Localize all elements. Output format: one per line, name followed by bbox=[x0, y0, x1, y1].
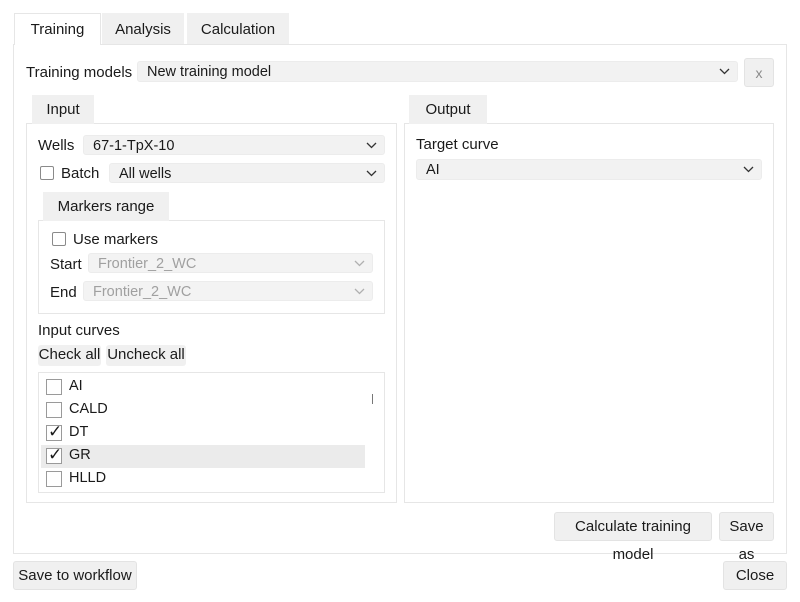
check-icon: ✓ bbox=[48, 422, 63, 441]
curve-checkbox[interactable]: ✓ bbox=[46, 422, 63, 441]
curve-checkbox[interactable] bbox=[46, 402, 62, 418]
target-curve-select[interactable]: AI bbox=[416, 159, 762, 180]
chevron-down-icon bbox=[366, 168, 377, 179]
end-select[interactable]: Frontier_2_WC bbox=[83, 281, 373, 301]
target-curve-label: Target curve bbox=[416, 136, 499, 153]
curve-label: AI bbox=[69, 378, 83, 394]
chevron-down-icon bbox=[743, 164, 754, 175]
batch-value: All wells bbox=[119, 166, 172, 182]
chevron-down-icon bbox=[354, 258, 365, 269]
curve-label: CALD bbox=[69, 401, 108, 417]
target-curve-value: AI bbox=[426, 162, 440, 178]
chevron-down-icon bbox=[366, 140, 377, 151]
list-item[interactable]: CALD bbox=[41, 399, 365, 422]
input-curves-list[interactable]: AI CALD ✓ DT ✓ GR HLLD bbox=[38, 372, 385, 493]
training-model-select[interactable]: New training model bbox=[137, 61, 738, 82]
check-icon: ✓ bbox=[48, 445, 63, 464]
tab-calculation[interactable]: Calculation bbox=[187, 13, 289, 44]
batch-label: Batch bbox=[61, 165, 100, 182]
use-markers-label: Use markers bbox=[73, 231, 159, 248]
list-item[interactable]: ✓ DT bbox=[41, 422, 365, 445]
tab-output[interactable]: Output bbox=[409, 95, 487, 124]
chevron-down-icon bbox=[719, 66, 730, 77]
tab-markers-range[interactable]: Markers range bbox=[43, 192, 169, 221]
batch-select[interactable]: All wells bbox=[109, 163, 385, 183]
curve-checkbox[interactable] bbox=[46, 379, 62, 395]
remove-model-button[interactable]: x bbox=[744, 58, 774, 87]
training-model-value: New training model bbox=[147, 64, 272, 80]
training-models-label: Training models bbox=[26, 64, 133, 81]
wells-value: 67-1-TpX-10 bbox=[93, 138, 175, 154]
check-all-button[interactable]: Check all bbox=[38, 345, 101, 366]
curve-label: GR bbox=[69, 447, 91, 463]
batch-checkbox[interactable] bbox=[40, 166, 54, 180]
scrollbar[interactable] bbox=[372, 394, 373, 404]
start-select[interactable]: Frontier_2_WC bbox=[88, 253, 373, 273]
close-button[interactable]: Close bbox=[723, 561, 787, 590]
save-as-button[interactable]: Save as bbox=[719, 512, 774, 563]
list-item[interactable]: AI bbox=[41, 376, 365, 399]
list-item[interactable]: HLLD bbox=[41, 468, 365, 491]
output-panel bbox=[404, 123, 774, 503]
list-item[interactable]: ✓ GR bbox=[41, 445, 365, 468]
calculate-training-model-button[interactable]: Calculate training model bbox=[554, 512, 712, 563]
end-label: End bbox=[50, 284, 77, 301]
uncheck-all-button[interactable]: Uncheck all bbox=[106, 345, 186, 366]
tab-training[interactable]: Training bbox=[14, 13, 101, 45]
tab-input[interactable]: Input bbox=[32, 95, 94, 124]
end-value: Frontier_2_WC bbox=[93, 284, 192, 300]
input-curves-label: Input curves bbox=[38, 322, 120, 339]
use-markers-checkbox[interactable] bbox=[52, 232, 66, 246]
curve-checkbox[interactable] bbox=[46, 471, 62, 487]
save-to-workflow-button[interactable]: Save to workflow bbox=[13, 561, 137, 590]
start-label: Start bbox=[50, 256, 82, 273]
start-value: Frontier_2_WC bbox=[98, 256, 197, 272]
curve-label: DT bbox=[69, 424, 89, 440]
tab-analysis[interactable]: Analysis bbox=[102, 13, 184, 44]
chevron-down-icon bbox=[354, 286, 365, 297]
wells-select[interactable]: 67-1-TpX-10 bbox=[83, 135, 385, 155]
curve-checkbox[interactable]: ✓ bbox=[46, 445, 63, 464]
curve-label: HLLD bbox=[69, 470, 107, 486]
wells-label: Wells bbox=[38, 137, 75, 154]
